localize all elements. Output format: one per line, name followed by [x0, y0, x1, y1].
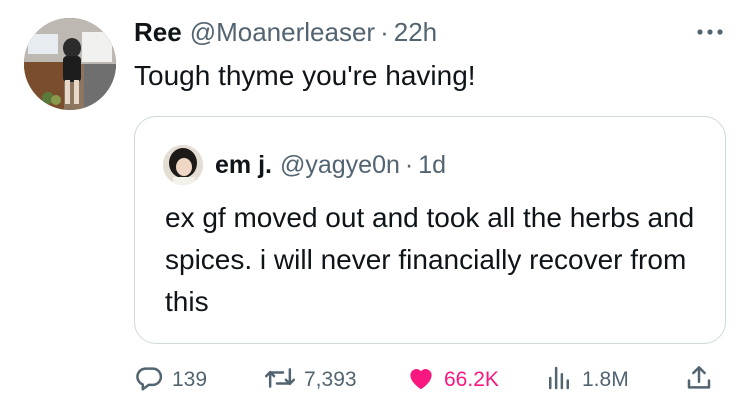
views-icon	[544, 363, 574, 398]
reply-button[interactable]: 139	[134, 358, 207, 402]
quoted-user-handle[interactable]: @yagye0n	[280, 151, 400, 180]
like-count: 66.2K	[444, 368, 499, 391]
tweet-header: Ree @Moanerleaser · 22h	[134, 14, 437, 50]
like-button[interactable]: 66.2K	[406, 358, 499, 402]
quoted-header: em j. @yagye0n · 1d	[215, 147, 446, 183]
timestamp[interactable]: 22h	[394, 17, 437, 48]
share-icon	[684, 363, 714, 398]
quoted-display-name[interactable]: em j.	[215, 151, 272, 180]
views-button[interactable]: 1.8M	[544, 358, 629, 402]
separator-dot: ·	[380, 16, 389, 47]
display-name[interactable]: Ree	[134, 17, 182, 48]
share-button[interactable]	[684, 358, 714, 402]
tweet: Ree @Moanerleaser · 22h Tough thyme you'…	[0, 0, 750, 411]
tweet-text: Tough thyme you're having!	[134, 60, 476, 91]
reply-icon	[134, 363, 164, 398]
user-handle[interactable]: @Moanerleaser	[190, 17, 375, 48]
quoted-timestamp[interactable]: 1d	[418, 151, 446, 180]
retweet-button[interactable]: 7,393	[264, 358, 357, 402]
action-bar: 139 7,393 66.2K 1.8M	[134, 358, 730, 402]
heart-icon	[406, 363, 436, 398]
quoted-avatar[interactable]	[163, 145, 203, 185]
quoted-tweet-text: ex gf moved out and took all the herbs a…	[165, 202, 695, 317]
quoted-separator-dot: ·	[404, 150, 414, 179]
avatar[interactable]	[24, 18, 116, 110]
retweet-icon	[264, 363, 296, 398]
view-count: 1.8M	[582, 368, 629, 391]
more-horizontal-icon[interactable]	[694, 20, 726, 44]
quoted-tweet[interactable]: em j. @yagye0n · 1d ex gf moved out and …	[134, 116, 726, 344]
reply-count: 139	[172, 368, 208, 391]
retweet-count: 7,393	[304, 368, 357, 391]
